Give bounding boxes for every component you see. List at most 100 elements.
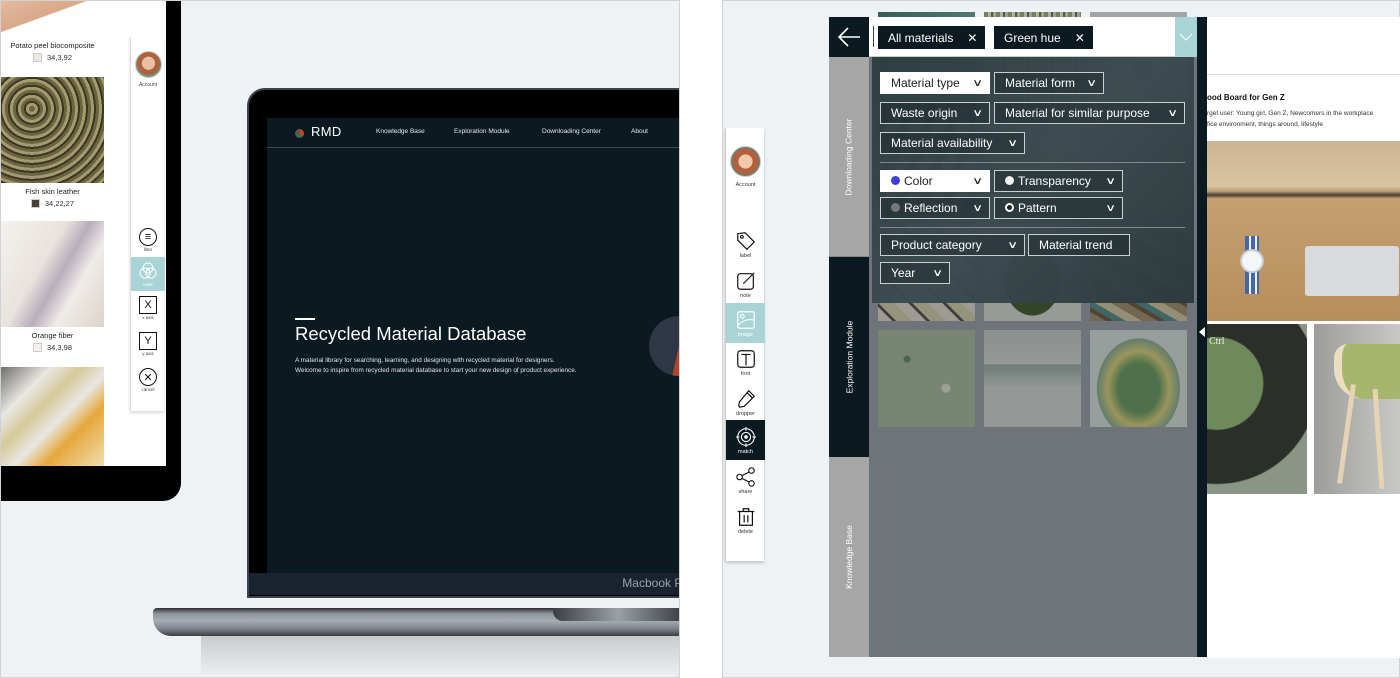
- label-tool[interactable]: label: [726, 224, 765, 264]
- cancel-tool[interactable]: ✕ cancel: [131, 363, 165, 397]
- y-axis-tool[interactable]: Y y axis: [131, 327, 165, 361]
- note-tool[interactable]: note: [726, 264, 765, 304]
- laptop-notch: [553, 608, 679, 621]
- panel-divider: [1197, 17, 1207, 657]
- filter-label: Material availability: [891, 136, 993, 150]
- filter-transparency[interactable]: Transparency ∨: [994, 170, 1123, 192]
- back-button[interactable]: [829, 17, 869, 57]
- laptop-shadow: [201, 636, 679, 677]
- macbook-frame: RMD Knowledge Base Exploration Module Do…: [247, 88, 679, 598]
- color-swatch: [32, 343, 42, 352]
- chevron-down-icon: ∨: [1085, 77, 1097, 89]
- image-icon: [736, 310, 755, 329]
- chair-seat: [1334, 344, 1400, 399]
- nav-about[interactable]: About: [631, 128, 648, 135]
- filter-label: Material trend: [1039, 238, 1113, 252]
- filter-similar-purpose[interactable]: Material for similar purpose ∨: [994, 102, 1185, 124]
- cancel-icon: ✕: [139, 368, 157, 386]
- remove-chip-icon[interactable]: ✕: [1075, 31, 1085, 45]
- calculator: [1305, 246, 1399, 296]
- chip-label: Green hue: [1004, 30, 1061, 45]
- swatch-row: 34,22,27: [1, 199, 104, 208]
- material-image: [1, 367, 104, 466]
- x-axis-tool[interactable]: X x axis: [131, 291, 165, 325]
- search-chip[interactable]: All materials ✕: [878, 26, 986, 49]
- filter-label-wrap: Color: [891, 174, 933, 188]
- tab-downloading-center[interactable]: Downloading Center: [829, 57, 869, 257]
- filter-material-type[interactable]: Material type ∨: [880, 72, 990, 94]
- filter-dropdown-toggle[interactable]: [1175, 17, 1197, 57]
- tool-label: image: [738, 331, 753, 338]
- account-avatar[interactable]: [135, 51, 162, 78]
- remove-chip-icon[interactable]: ✕: [967, 31, 977, 45]
- font-icon: [736, 349, 755, 368]
- filter-label: Transparency: [1018, 174, 1091, 188]
- account-label: Account: [735, 182, 756, 188]
- account-label: Account: [138, 82, 158, 88]
- color-tool[interactable]: color: [131, 257, 165, 291]
- filter-color[interactable]: Color ∨: [880, 170, 990, 192]
- x-axis-icon: X: [139, 296, 157, 314]
- filter-product-category[interactable]: Product category ∨: [880, 234, 1025, 256]
- filter-tool[interactable]: ≡ filter: [131, 223, 165, 257]
- dropper-tool[interactable]: dropper: [726, 382, 765, 422]
- transparency-dot-icon: [1005, 176, 1014, 185]
- material-card[interactable]: Potato peel biocomposite 34,3,92: [1, 1, 104, 62]
- tab-knowledge-base[interactable]: Knowledge Base: [829, 457, 869, 657]
- collapse-panel-icon[interactable]: [1199, 327, 1205, 337]
- material-name: Fish skin leather: [25, 187, 80, 196]
- filter-reflection[interactable]: Reflection ∨: [880, 197, 990, 219]
- nav-knowledge-base[interactable]: Knowledge Base: [376, 128, 425, 135]
- chevron-down-icon: ∨: [971, 107, 983, 119]
- filter-label: Pattern: [1018, 201, 1057, 215]
- delete-tool[interactable]: delete: [726, 500, 765, 540]
- material-tile-marbled-sheet[interactable]: [1090, 330, 1187, 427]
- hero-title: Recycled Material Database: [295, 323, 527, 344]
- search-bar[interactable]: All materials ✕ Green hue ✕: [869, 17, 1175, 57]
- share-icon: [735, 466, 755, 487]
- tool-label: note: [740, 292, 751, 299]
- chevron-down-icon: ∨: [971, 77, 983, 89]
- moodboard-image-desk[interactable]: [1207, 141, 1400, 321]
- color-swatch: [32, 53, 42, 62]
- material-card[interactable]: Fish skin leather 34,22,27: [1, 77, 104, 208]
- laptop-base: [153, 608, 679, 636]
- filter-waste-origin[interactable]: Waste origin ∨: [880, 102, 990, 124]
- nav-exploration-module[interactable]: Exploration Module: [454, 128, 510, 135]
- material-card[interactable]: Orange fiber 34,3,98: [1, 221, 104, 352]
- material-tile-green-terrazzo[interactable]: [878, 330, 975, 427]
- material-card[interactable]: [1, 367, 104, 466]
- image-tool[interactable]: image: [726, 303, 765, 343]
- chair-leg: [1337, 384, 1356, 484]
- reflection-dot-icon: [891, 203, 900, 212]
- material-name: Orange fiber: [31, 331, 74, 340]
- filter-year[interactable]: Year ∨: [880, 262, 950, 284]
- filter-label: Color: [904, 174, 933, 188]
- material-tile-color-blocks[interactable]: [984, 330, 1081, 427]
- tab-exploration-module[interactable]: Exploration Module: [829, 257, 869, 457]
- eyedropper-icon: [737, 389, 755, 408]
- filter-material-availability[interactable]: Material availability ∨: [880, 132, 1025, 154]
- account-avatar[interactable]: [730, 146, 761, 177]
- moodboard-description: rget user: Young girl, Gen Z, Newcomers …: [1207, 108, 1373, 130]
- tool-label: match: [738, 448, 753, 455]
- moodboard-panel: ood Board for Gen Z rget user: Young gir…: [1207, 17, 1400, 658]
- y-axis-icon: Y: [139, 332, 157, 350]
- search-chip[interactable]: Green hue ✕: [994, 26, 1093, 49]
- moodboard-image-chair[interactable]: [1314, 324, 1400, 494]
- filter-material-form[interactable]: Material form ∨: [994, 72, 1104, 94]
- swatch-value: 34,3,98: [46, 343, 73, 352]
- filter-pattern[interactable]: Pattern ∨: [994, 197, 1123, 219]
- nav-downloading-center[interactable]: Downloading Center: [542, 128, 601, 135]
- logo-text[interactable]: RMD: [311, 124, 342, 139]
- match-tool[interactable]: match: [726, 420, 765, 460]
- font-tool[interactable]: font: [726, 342, 765, 382]
- filter-label: Material for similar purpose: [1005, 106, 1150, 120]
- moodboard-divider: [1207, 74, 1400, 75]
- share-tool[interactable]: share: [726, 460, 765, 500]
- moodboard-image-vinyl[interactable]: Ctrl: [1207, 324, 1307, 494]
- hero-subtitle-line: Welcome to inspire from recycled materia…: [295, 367, 577, 374]
- text-caret: [873, 26, 874, 47]
- material-image: [1, 1, 104, 37]
- filter-material-trend[interactable]: Material trend: [1028, 234, 1130, 256]
